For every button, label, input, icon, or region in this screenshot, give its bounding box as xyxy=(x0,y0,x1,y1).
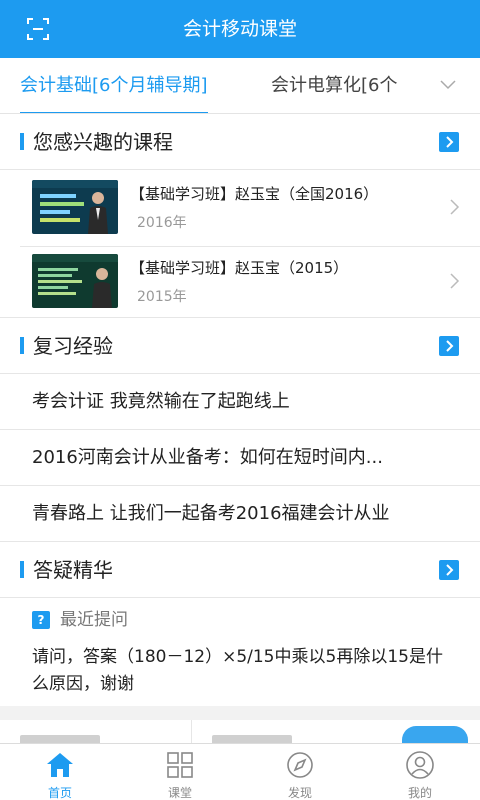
article-title: 青春路上 让我们一起备考2016福建会计从业 xyxy=(32,503,390,524)
course-title: 【基础学习班】赵玉宝（2015） xyxy=(130,259,349,277)
tab-home[interactable]: 首页 xyxy=(0,744,120,800)
section-title: 答疑精华 xyxy=(33,558,113,582)
question-mark-icon: ? xyxy=(32,611,50,629)
section-gap xyxy=(0,706,480,720)
home-icon xyxy=(47,753,73,777)
chevron-down-icon[interactable] xyxy=(440,80,456,90)
more-arrow-icon[interactable] xyxy=(439,560,459,580)
chevron-right-icon xyxy=(450,273,460,289)
tab-label: 课堂 xyxy=(167,786,192,800)
tab-classroom[interactable]: 课堂 xyxy=(120,744,240,800)
tab-label: 我的 xyxy=(407,786,432,800)
question-text[interactable]: 请问，答案（180－12）×5/15中乘以5再除以15是什么原因，谢谢 xyxy=(32,644,452,698)
section-accent-bar xyxy=(20,561,24,578)
bottom-tab-bar: 首页 课堂 发现 我的 xyxy=(0,743,480,800)
article-item[interactable]: 2016河南会计从业备考：如何在短时间内... xyxy=(0,430,480,486)
more-arrow-icon[interactable] xyxy=(439,132,459,152)
course-year: 2015年 xyxy=(137,289,187,305)
tab-computerized-accounting[interactable]: 会计电算化[6个 xyxy=(271,58,416,113)
user-icon xyxy=(406,751,434,779)
course-title: 【基础学习班】赵玉宝（全国2016） xyxy=(130,185,379,203)
app-header: 会计移动课堂 xyxy=(0,0,480,58)
course-year: 2016年 xyxy=(137,215,187,231)
recent-label: 最近提问 xyxy=(60,610,128,630)
tab-discover[interactable]: 发现 xyxy=(240,744,360,800)
section-title: 您感兴趣的课程 xyxy=(33,130,173,154)
course-item[interactable]: 【基础学习班】赵玉宝（2015） 2015年 xyxy=(0,249,480,323)
article-item[interactable]: 青春路上 让我们一起备考2016福建会计从业 xyxy=(0,486,480,542)
section-review: 复习经验 xyxy=(0,318,480,374)
tab-mine[interactable]: 我的 xyxy=(360,744,480,800)
section-qa: 答疑精华 xyxy=(0,542,480,598)
course-thumbnail xyxy=(32,254,118,308)
tab-accounting-basics[interactable]: 会计基础[6个月辅导期] xyxy=(20,58,208,113)
next-section-peek xyxy=(0,720,480,745)
section-accent-bar xyxy=(20,133,24,150)
tab-label: 发现 xyxy=(287,786,312,800)
divider xyxy=(20,246,480,247)
chevron-right-icon xyxy=(450,199,460,215)
section-accent-bar xyxy=(20,337,24,354)
course-item[interactable]: 【基础学习班】赵玉宝（全国2016） 2016年 xyxy=(0,175,480,249)
more-arrow-icon[interactable] xyxy=(439,336,459,356)
article-title: 考会计证 我竟然输在了起跑线上 xyxy=(32,391,290,412)
divider xyxy=(191,720,192,745)
section-interest: 您感兴趣的课程 xyxy=(0,114,480,170)
section-title: 复习经验 xyxy=(33,334,113,358)
article-item[interactable]: 考会计证 我竟然输在了起跑线上 xyxy=(0,374,480,430)
category-tabs: 会计基础[6个月辅导期] 会计电算化[6个 xyxy=(0,58,480,114)
course-thumbnail xyxy=(32,180,118,234)
article-title: 2016河南会计从业备考：如何在短时间内... xyxy=(32,447,383,468)
grid-icon xyxy=(167,752,193,778)
page-title: 会计移动课堂 xyxy=(182,18,297,40)
compass-icon xyxy=(287,752,313,778)
tab-label: 首页 xyxy=(47,786,72,800)
